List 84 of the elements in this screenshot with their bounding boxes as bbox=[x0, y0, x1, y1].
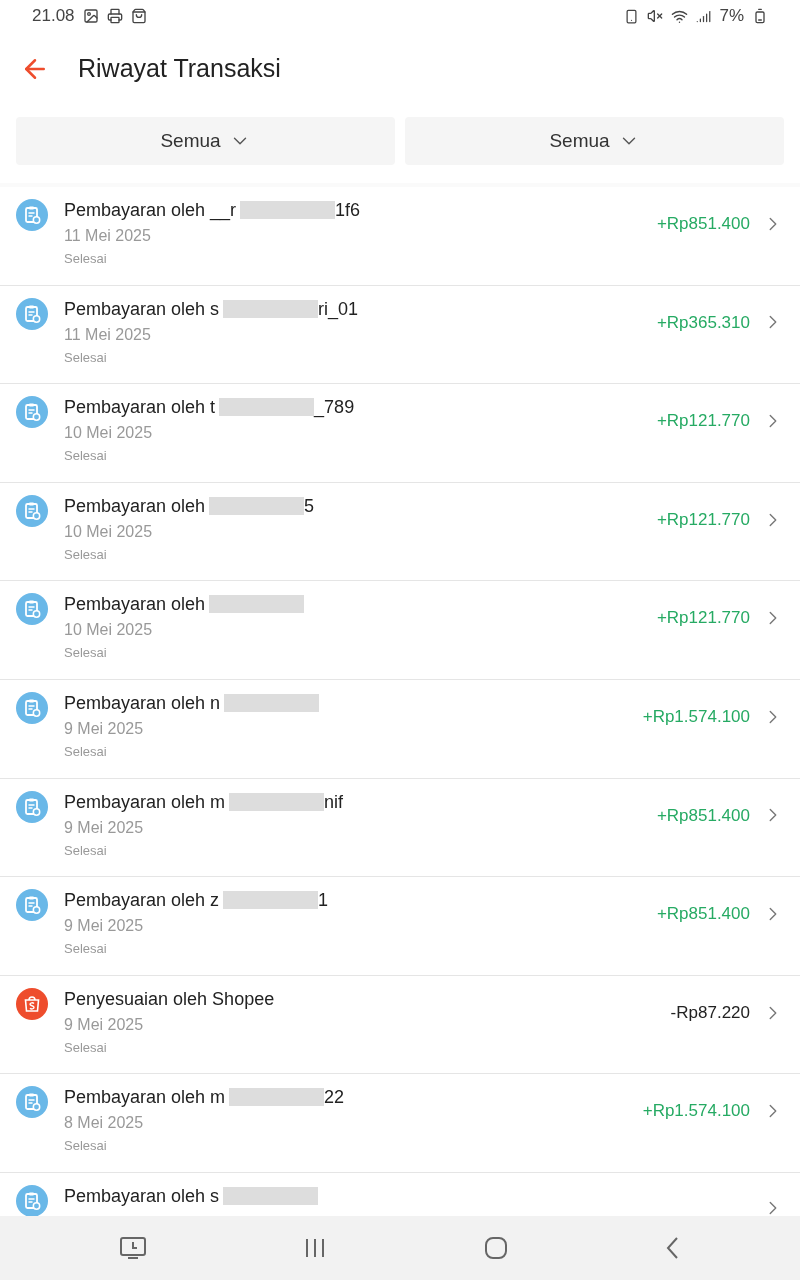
phone-icon bbox=[624, 8, 640, 24]
transaction-title: Pembayaran oleh s bbox=[64, 297, 220, 321]
transaction-row[interactable]: Pembayaran oleh 5 10 Mei 2025 Selesai +Rp121.770 bbox=[0, 482, 800, 582]
transaction-title: Pembayaran oleh n bbox=[64, 691, 221, 715]
transaction-status: Selesai bbox=[64, 645, 108, 662]
transaction-title: Pembayaran oleh s bbox=[64, 1184, 220, 1208]
transaction-title: Pembayaran oleh bbox=[64, 494, 206, 518]
clipboard-icon bbox=[16, 889, 48, 922]
clipboard-icon bbox=[16, 297, 48, 330]
transaction-status: Selesai bbox=[64, 743, 108, 760]
filter-dropdown[interactable]: Semua bbox=[405, 117, 784, 165]
transaction-status: Selesai bbox=[64, 251, 108, 267]
image-icon bbox=[82, 8, 99, 24]
transaction-status: Selesai bbox=[64, 546, 108, 563]
clipboard-icon bbox=[16, 691, 48, 724]
transaction-amount: +Rp1.574.100 bbox=[642, 1100, 750, 1123]
clipboard-icon bbox=[16, 1184, 48, 1216]
transaction-amount: +Rp851.400 bbox=[656, 804, 750, 827]
transaction-row[interactable]: Penyesuaian oleh Shopee 9 Mei 2025 Selesai -Rp87.220 bbox=[0, 975, 800, 1075]
transaction-title-end: _789 bbox=[314, 396, 355, 420]
transaction-title-end: 1 bbox=[318, 889, 329, 913]
recent-apps-icon[interactable] bbox=[118, 1236, 147, 1260]
transaction-amount: +Rp365.310 bbox=[656, 311, 750, 334]
transaction-date: 9 Mei 2025 bbox=[64, 718, 145, 739]
transaction-amount: +Rp851.400 bbox=[656, 213, 750, 235]
transaction-title-end: 5 bbox=[304, 494, 315, 518]
signal-icon bbox=[696, 8, 712, 24]
transaction-title-end: 22 bbox=[324, 1086, 345, 1110]
clipboard-icon bbox=[16, 396, 48, 429]
transaction-date: 9 Mei 2025 bbox=[64, 817, 145, 838]
page-title: Riwayat Transaksi bbox=[78, 53, 281, 85]
transaction-amount: +Rp1.574.100 bbox=[642, 705, 750, 728]
transaction-title: Penyesuaian oleh Shopee bbox=[64, 987, 275, 1011]
transaction-date: 10 Mei 2025 bbox=[64, 521, 154, 542]
transaction-date: 9 Mei 2025 bbox=[64, 1014, 145, 1035]
transaction-title: Pembayaran oleh t bbox=[64, 396, 216, 420]
clipboard-icon bbox=[16, 1086, 48, 1119]
transaction-row[interactable]: Pembayaran oleh m 22 8 Mei 2025 Selesai +Rp1.574.100 bbox=[0, 1074, 800, 1173]
transaction-title: Pembayaran oleh bbox=[64, 593, 206, 617]
transaction-amount: +Rp121.770 bbox=[656, 410, 750, 433]
transaction-status: Selesai bbox=[64, 448, 108, 465]
menu-icon[interactable] bbox=[304, 1237, 327, 1259]
transaction-title-end: ri_01 bbox=[318, 297, 359, 322]
battery-level: 7% bbox=[719, 5, 744, 28]
transaction-status: Selesai bbox=[64, 842, 108, 859]
transaction-title: Pembayaran oleh m bbox=[64, 790, 226, 814]
clipboard-icon bbox=[16, 593, 48, 626]
filter-dropdown[interactable]: Semua bbox=[16, 117, 395, 165]
home-icon[interactable] bbox=[483, 1236, 508, 1260]
transaction-title-end: nif bbox=[324, 790, 344, 814]
transaction-amount: +Rp121.770 bbox=[656, 508, 750, 531]
transaction-amount: +Rp851.400 bbox=[656, 903, 750, 926]
transaction-date: 8 Mei 2025 bbox=[64, 1113, 145, 1134]
transaction-status: Selesai bbox=[64, 941, 108, 958]
transaction-row[interactable]: Pembayaran oleh s ri_01 11 Mei 2025 Selesai +Rp365.310 bbox=[0, 285, 800, 385]
status-time: 21.08 bbox=[32, 5, 75, 28]
transaction-date: 9 Mei 2025 bbox=[64, 916, 145, 937]
transaction-date: 11 Mei 2025 bbox=[64, 324, 152, 345]
transaction-amount: -Rp87.220 bbox=[670, 1001, 750, 1024]
transaction-row[interactable]: Pembayaran oleh __r 1f6 11 Mei 2025 Selesai +Rp851.400 bbox=[0, 187, 800, 286]
shopping-bag-icon bbox=[16, 987, 48, 1020]
transaction-row[interactable]: Pembayaran oleh z 1 9 Mei 2025 Selesai +Rp851.400 bbox=[0, 877, 800, 976]
transaction-status: Selesai bbox=[64, 349, 108, 366]
transaction-row[interactable]: Pembayaran oleh m nif 9 Mei 2025 Selesai +Rp851.400 bbox=[0, 778, 800, 878]
transaction-title: Pembayaran oleh __r bbox=[64, 199, 237, 223]
clipboard-icon bbox=[16, 494, 48, 527]
transaction-row[interactable]: Pembayaran oleh n 9 Mei 2025 Selesai +Rp1.574.100 bbox=[0, 679, 800, 779]
transaction-title-end: 1f6 bbox=[335, 199, 361, 222]
clipboard-icon bbox=[16, 199, 48, 231]
transaction-date: 10 Mei 2025 bbox=[64, 620, 154, 641]
transaction-amount: +Rp121.770 bbox=[656, 607, 750, 630]
clipboard-icon bbox=[16, 790, 48, 823]
transaction-row[interactable]: Pembayaran oleh 10 Mei 2025 Selesai +Rp121.770 bbox=[0, 581, 800, 680]
transaction-date: 10 Mei 2025 bbox=[64, 423, 154, 444]
battery-icon bbox=[752, 8, 768, 24]
transaction-title: Pembayaran oleh m bbox=[64, 1086, 226, 1110]
printer-icon bbox=[106, 8, 123, 24]
shopping-bag-icon bbox=[130, 8, 147, 24]
transaction-status: Selesai bbox=[64, 1039, 108, 1056]
transaction-title: Pembayaran oleh z bbox=[64, 889, 220, 913]
transaction-date: 11 Mei 2025 bbox=[64, 226, 152, 246]
transaction-status: Selesai bbox=[64, 1138, 108, 1155]
transaction-row[interactable]: Pembayaran oleh t _789 10 Mei 2025 Selesai +Rp121.770 bbox=[0, 384, 800, 483]
mute-icon bbox=[647, 8, 664, 24]
